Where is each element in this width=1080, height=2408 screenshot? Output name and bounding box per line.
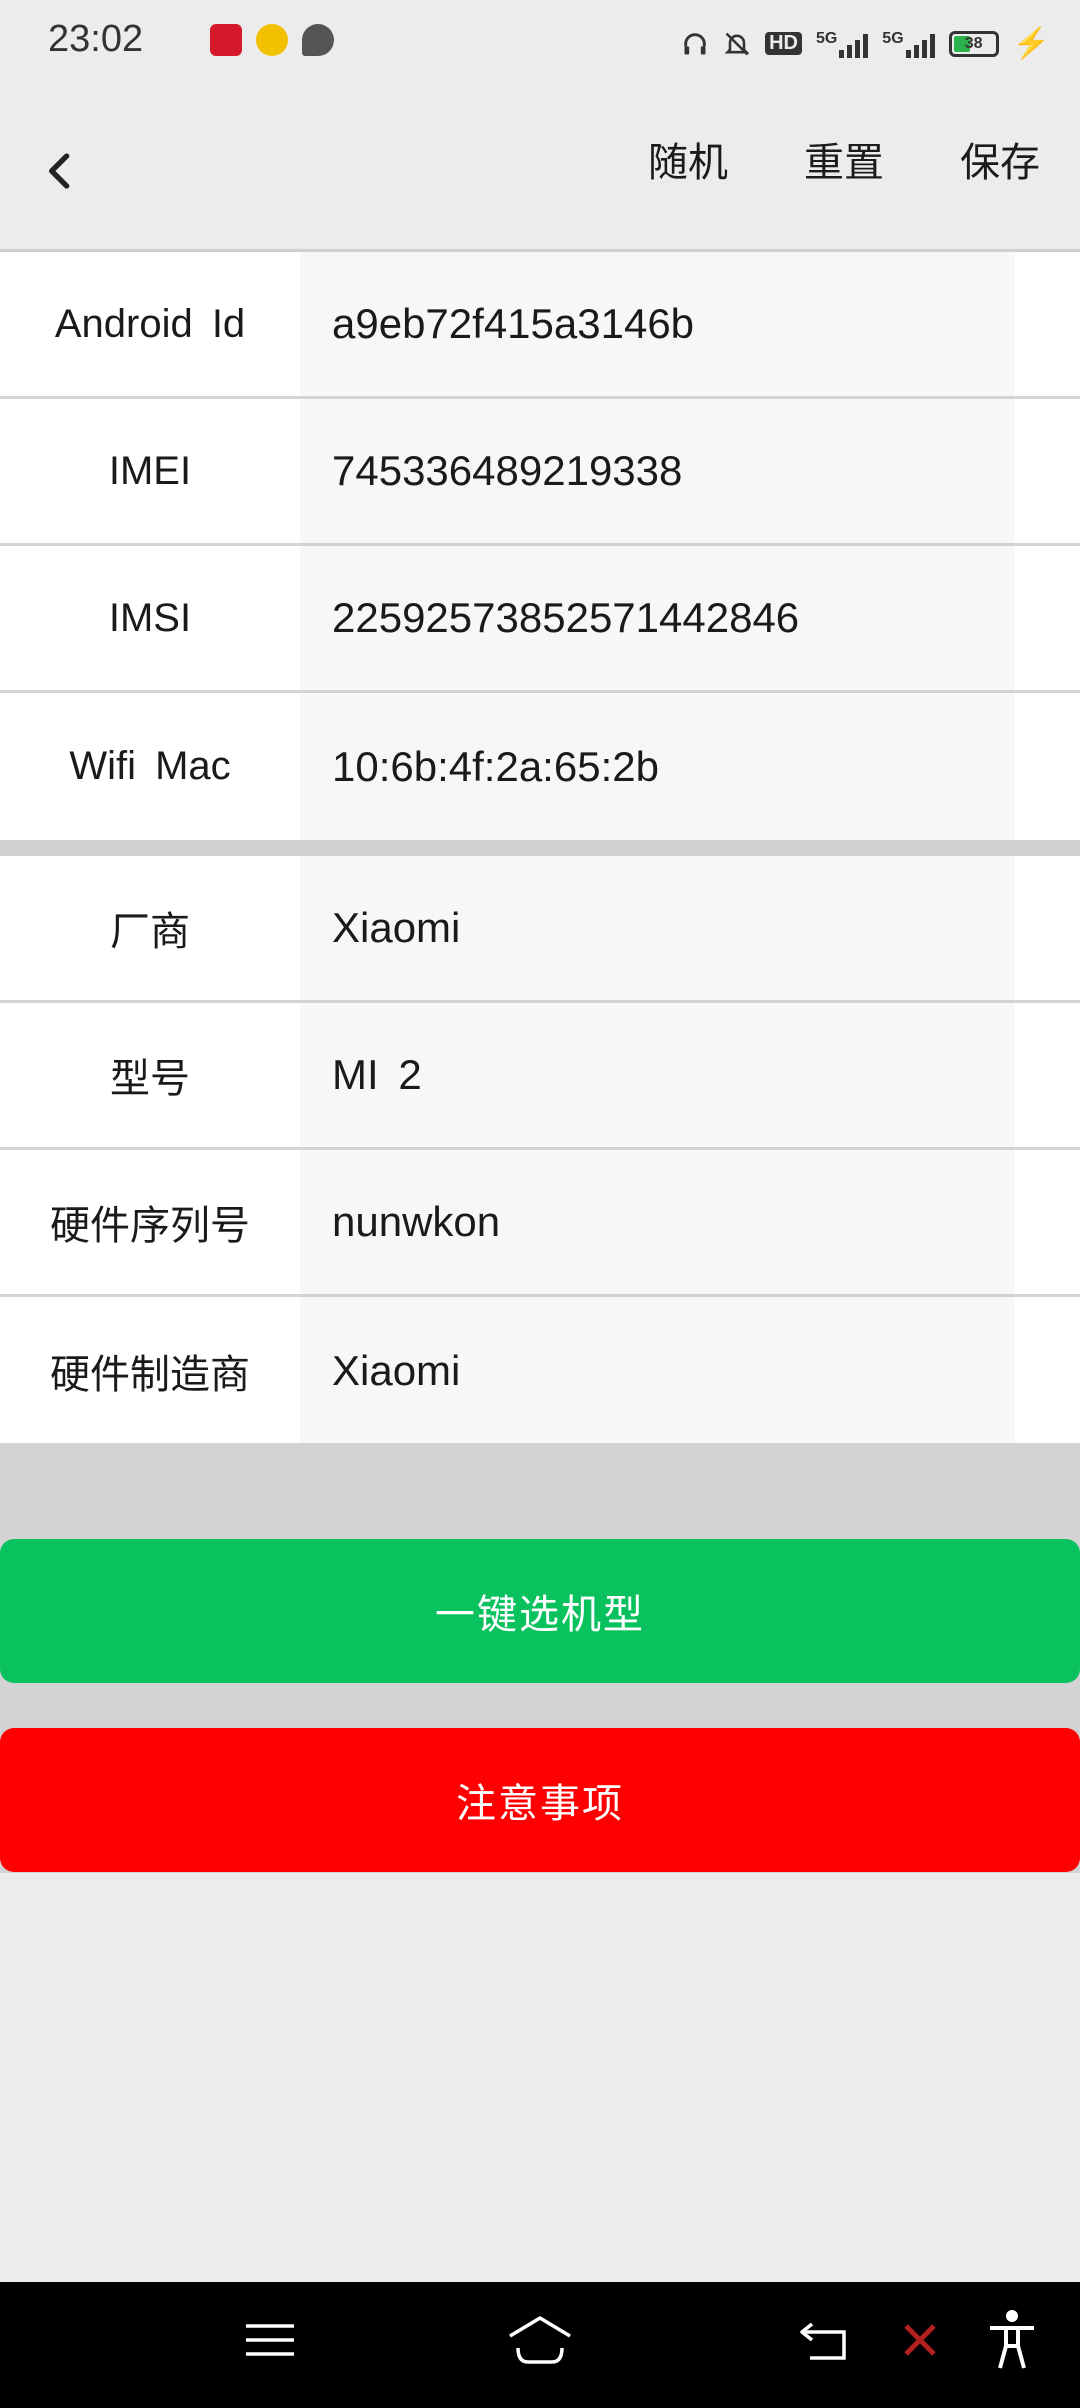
watermark-logo	[900, 2320, 940, 2365]
field-row-serial: 硬件序列号 nunwkon	[0, 1150, 1080, 1297]
hd-badge: HD	[765, 32, 802, 55]
accessibility-icon	[990, 2310, 1034, 2369]
wifi-mac-field[interactable]: 10:6b:4f:2a:65:2b	[300, 693, 1015, 840]
select-model-button[interactable]: 一键选机型	[0, 1539, 1080, 1683]
field-label: 厂商	[110, 910, 190, 954]
field-label: 型号	[110, 1057, 190, 1101]
headphones-icon	[684, 32, 706, 54]
field-label: IMEI	[108, 448, 192, 493]
field-row-hardware-maker: 硬件制造商 Xiaomi	[0, 1297, 1080, 1444]
field-row-wifi-mac: Wifi Mac 10:6b:4f:2a:65:2b	[0, 693, 1080, 840]
back-nav-button[interactable]	[798, 2310, 854, 2374]
imei-field[interactable]: 745336489219338	[300, 399, 1015, 543]
model-field[interactable]: MI 2	[300, 1003, 1015, 1147]
field-label: Wifi Mac	[69, 744, 231, 788]
status-time: 23:02	[48, 18, 144, 60]
mute-bell-icon	[724, 32, 750, 55]
manufacturer-field[interactable]: Xiaomi	[300, 856, 1015, 1000]
field-row-imsi: IMSI 2259257385257144284​6	[0, 546, 1080, 693]
network-5g-1: 5G	[816, 30, 869, 58]
home-icon	[509, 2316, 571, 2364]
android-id-field[interactable]: a9eb72f415a3146b	[300, 252, 1015, 396]
notification-icons	[210, 24, 334, 56]
imsi-field[interactable]: 2259257385257144284​6	[300, 546, 1015, 690]
random-button[interactable]: 随机	[648, 130, 728, 188]
chat-bubble-icon	[302, 24, 334, 56]
menu-icon	[246, 2324, 294, 2356]
network-5g-2: 5G	[882, 30, 935, 58]
notes-button[interactable]: 注意事项	[0, 1728, 1080, 1872]
field-label: Android Id	[54, 301, 246, 346]
device-info-group: 厂商 Xiaomi 型号 MI 2 硬件序列号 nunwkon 硬件制造商 Xi…	[0, 856, 1080, 1444]
back-button[interactable]	[28, 136, 92, 206]
field-row-imei: IMEI 745336489219338	[0, 399, 1080, 546]
status-bar: 23:02 HD 5G 5G 38 ⚡	[0, 0, 1080, 86]
bank-app-icon	[210, 24, 242, 56]
accessibility-button[interactable]	[986, 2308, 1038, 2376]
save-button[interactable]: 保存	[960, 130, 1040, 188]
charging-icon: ⚡	[1012, 27, 1050, 60]
back-arrow-icon	[800, 2322, 846, 2360]
field-label: 硬件序列号	[50, 1204, 250, 1248]
battery-icon: 38	[948, 30, 999, 57]
home-button[interactable]	[504, 2310, 576, 2374]
logo-icon	[904, 2324, 936, 2356]
signal-icon	[839, 30, 869, 58]
field-label: 硬件制造商	[50, 1352, 250, 1397]
field-row-manufacturer: 厂商 Xiaomi	[0, 856, 1080, 1003]
group-divider	[0, 840, 1080, 856]
device-id-group: Android Id a9eb72f415a3146b IMEI 7453364…	[0, 252, 1080, 840]
reset-button[interactable]: 重置	[804, 130, 884, 188]
field-label: IMSI	[108, 595, 192, 640]
field-row-android-id: Android Id a9eb72f415a3146b	[0, 252, 1080, 399]
recent-apps-button[interactable]	[242, 2310, 298, 2374]
signal-icon	[905, 30, 935, 58]
app-bar: 随机 重置 保存	[0, 86, 1080, 252]
hardware-maker-field[interactable]: Xiaomi	[300, 1297, 1015, 1444]
field-row-model: 型号 MI 2	[0, 1003, 1080, 1150]
status-indicators: HD 5G 5G 38 ⚡	[681, 26, 1050, 61]
shield-app-icon	[256, 24, 288, 56]
system-nav-bar	[0, 2282, 1080, 2408]
serial-field[interactable]: nunwkon	[300, 1150, 1015, 1294]
device-form: Android Id a9eb72f415a3146b IMEI 7453364…	[0, 252, 1080, 1444]
chevron-left-icon	[49, 153, 70, 189]
